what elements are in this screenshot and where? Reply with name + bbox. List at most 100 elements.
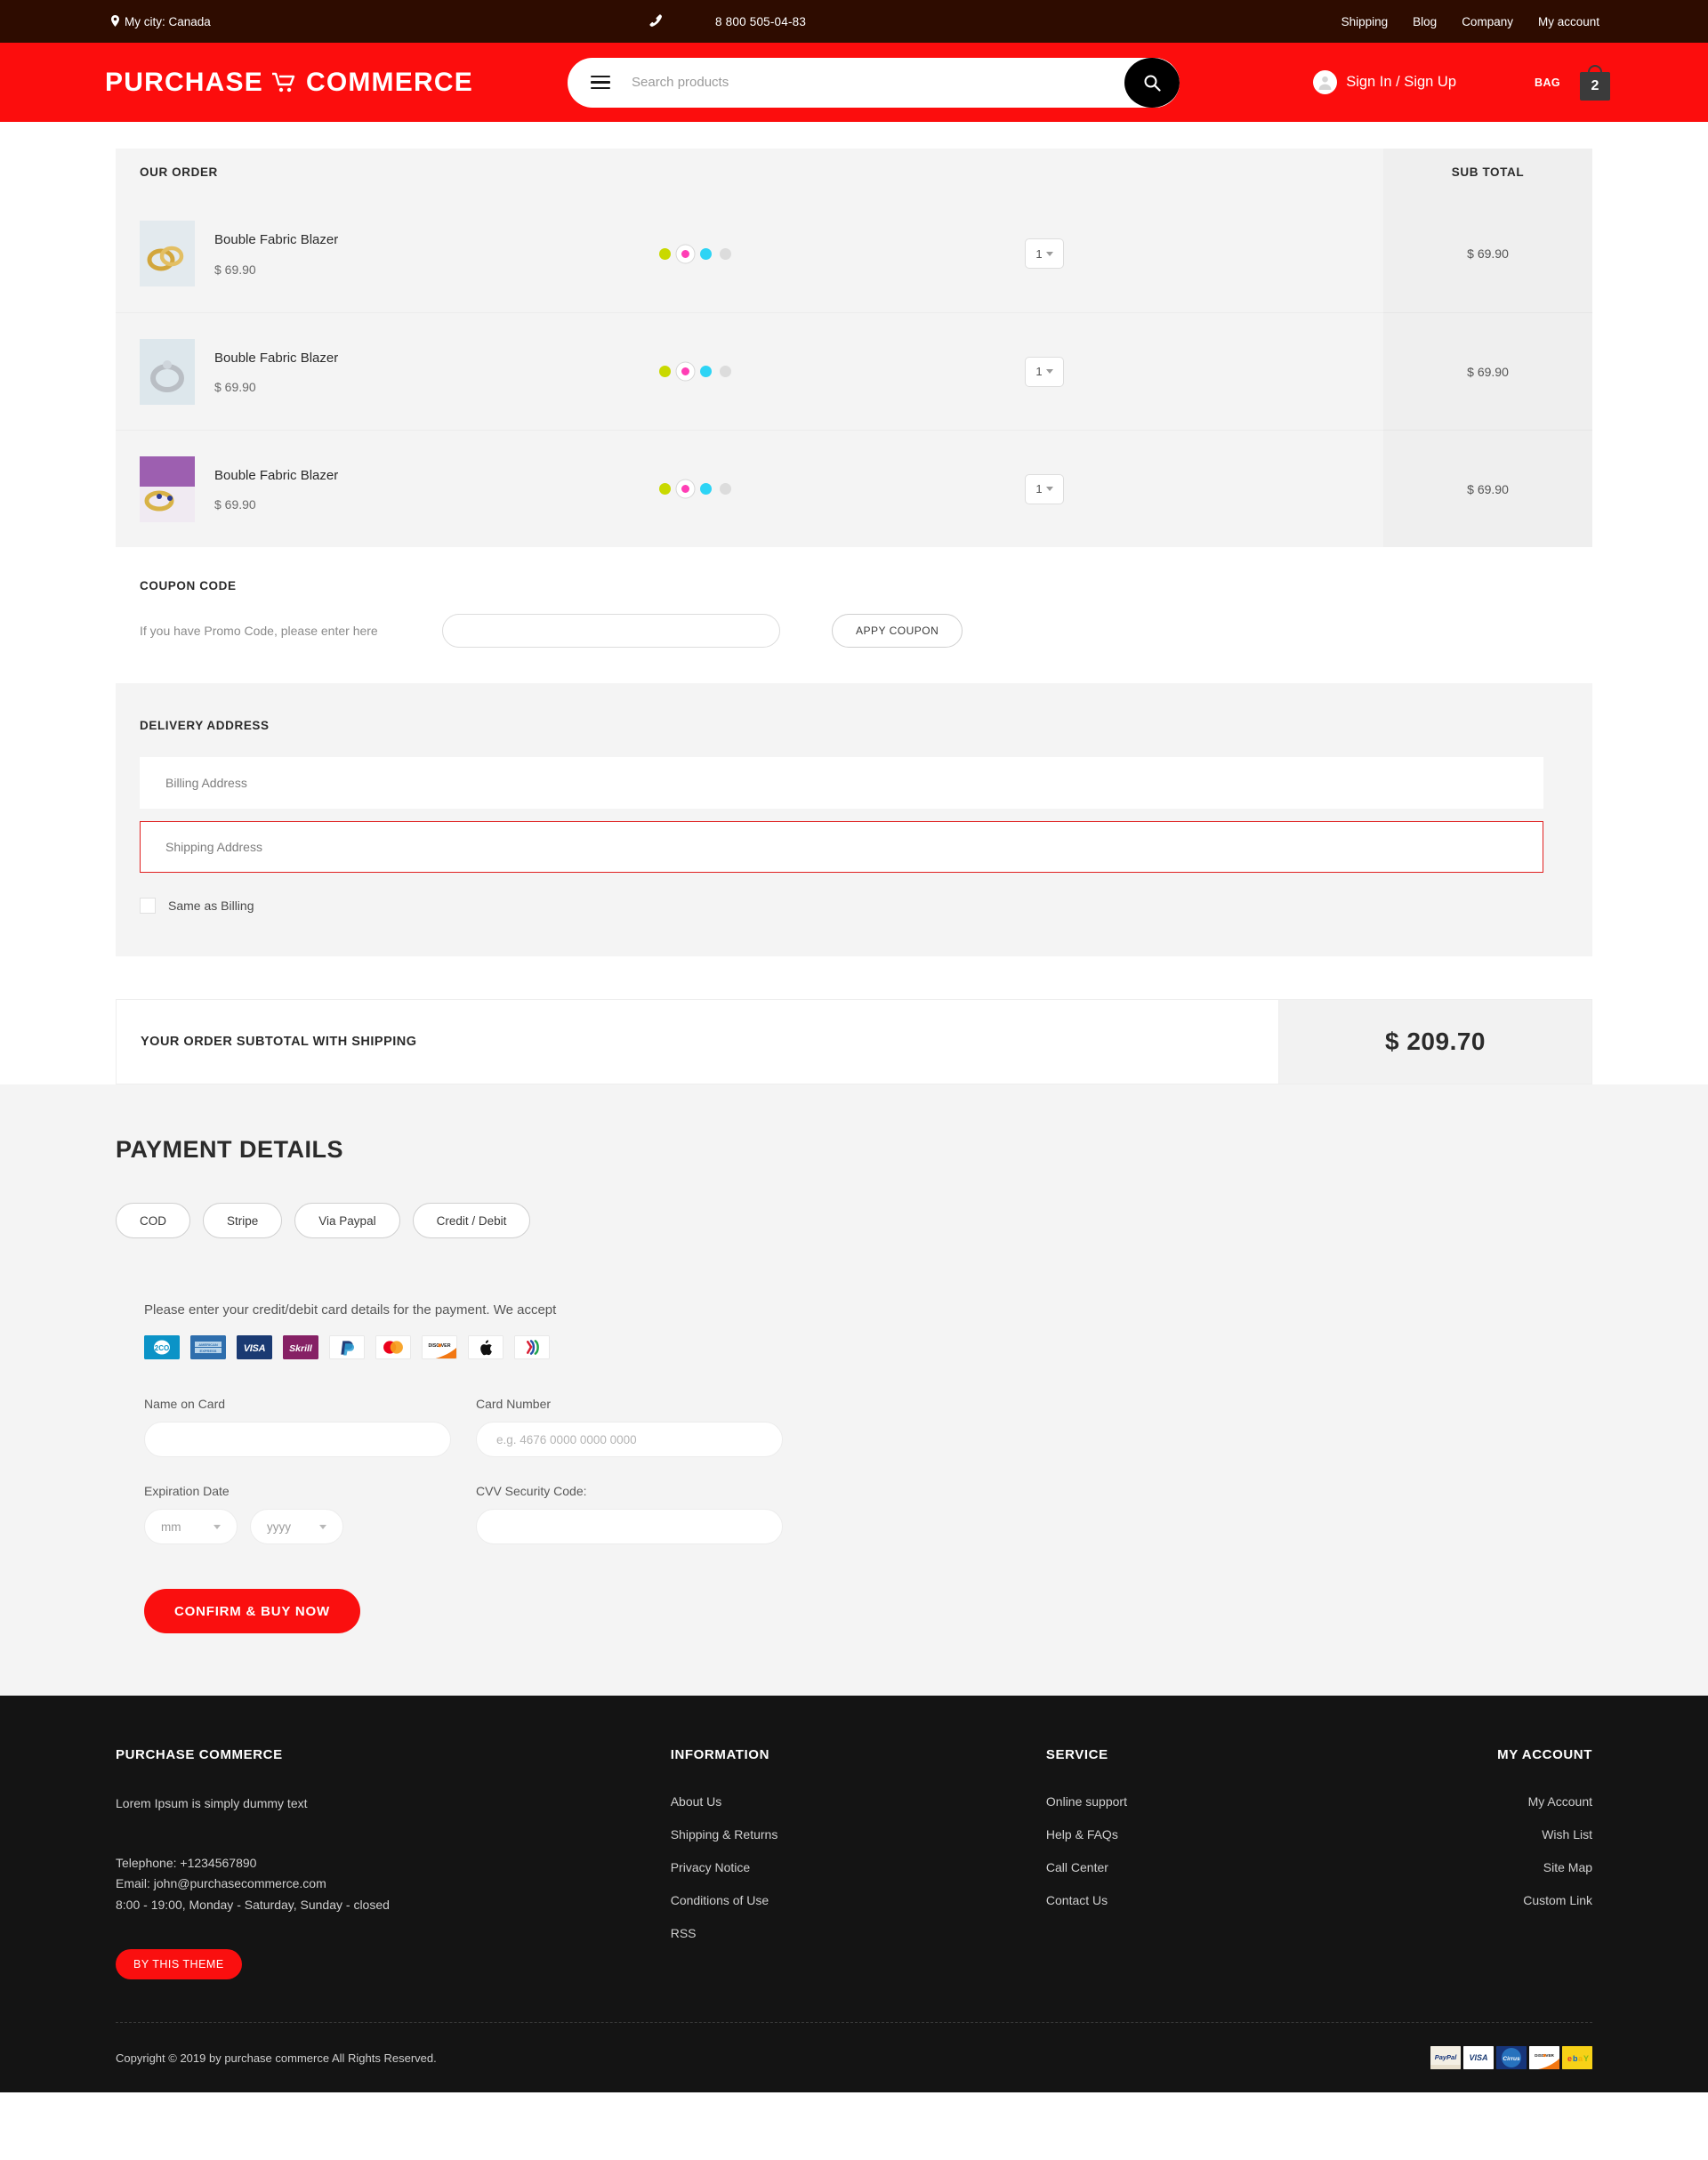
footer-link-online-support[interactable]: Online support [1046,1794,1422,1809]
footer-link-my-account[interactable]: My Account [1422,1794,1592,1809]
city-selector[interactable]: My city: Canada [111,14,211,28]
color-swatch-gray[interactable] [720,366,731,377]
bag-label[interactable]: BAG [1535,77,1560,89]
color-swatch-pink-selected[interactable] [679,246,692,261]
footer-link-conditions-of-use[interactable]: Conditions of Use [671,1893,1046,1907]
top-nav-item-blog[interactable]: Blog [1413,15,1437,28]
category-menu-icon[interactable] [591,75,610,90]
quantity-selector-wrap: 1 [1025,473,1064,504]
svg-text:PayPal: PayPal [1435,2053,1458,2061]
color-swatch-cyan[interactable] [700,366,712,377]
tab-cod[interactable]: COD [116,1203,190,1238]
card-number-group: Card Number [476,1397,783,1457]
product-thumbnail[interactable] [140,338,195,405]
color-swatch-gray[interactable] [720,247,731,260]
chevron-down-icon [1045,487,1053,491]
coupon-input[interactable] [442,614,780,648]
color-swatch-pink-selected[interactable] [679,365,692,378]
order-subtotal-column: SUB TOTAL $ 69.90 $ 69.90 $ 69.90 [1383,149,1592,547]
color-swatch-cyan[interactable] [700,483,712,495]
color-swatch-gray[interactable] [720,483,731,495]
cvv-label: CVV Security Code: [476,1484,587,1498]
color-swatches [659,365,731,378]
color-swatch-yellow[interactable] [659,483,671,495]
name-on-card-field[interactable] [144,1422,451,1457]
product-name[interactable]: Bouble Fabric Blazer [214,466,366,486]
site-footer: PURCHASE COMMERCE Lorem Ipsum is simply … [0,1696,1708,2093]
same-as-billing-checkbox[interactable] [140,898,156,914]
expiration-year-select[interactable]: yyyy [250,1509,343,1544]
same-as-billing-label: Same as Billing [168,899,254,913]
apple-pay-icon [468,1335,504,1359]
product-thumbnail[interactable] [140,221,195,286]
footer-contact: Telephone: +1234567890 Email: john@purch… [116,1853,671,1916]
tab-via-paypal[interactable]: Via Paypal [294,1203,400,1238]
coupon-hint: If you have Promo Code, please enter her… [140,624,378,638]
row-subtotal: $ 69.90 [1383,312,1592,430]
quantity-stepper[interactable]: 1 [1025,356,1064,387]
footer-link-wish-list[interactable]: Wish List [1422,1827,1592,1842]
ebay-badge-icon: ebaY [1562,2046,1592,2070]
table-row: Bouble Fabric Blazer $ 69.90 1 [116,430,1383,547]
footer-brand-column: PURCHASE COMMERCE Lorem Ipsum is simply … [116,1747,671,1980]
footer-link-about-us[interactable]: About Us [671,1794,1046,1809]
expiration-year-value: yyyy [267,1519,291,1534]
quantity-stepper[interactable]: 1 [1025,238,1064,269]
apply-coupon-button[interactable]: APPY COUPON [832,614,963,648]
order-heading: OUR ORDER [140,165,218,179]
footer-link-site-map[interactable]: Site Map [1422,1860,1592,1874]
2checkout-icon: 2CO [144,1335,180,1359]
card-number-field[interactable] [476,1422,783,1457]
svg-text:Y: Y [1583,2054,1589,2063]
cvv-field[interactable] [476,1509,783,1544]
search-button[interactable] [1124,57,1180,108]
product-info: Bouble Fabric Blazer $ 69.90 [214,466,366,512]
support-phone[interactable]: 8 800 505-04-83 [649,13,806,29]
footer-link-privacy-notice[interactable]: Privacy Notice [671,1860,1046,1874]
buy-theme-button[interactable]: BY THIS THEME [116,1949,242,1980]
site-logo[interactable]: PURCHASE COMMERCE [105,68,473,98]
expiration-selects: mm yyyy [144,1509,451,1544]
footer-information-column: INFORMATION About Us Shipping & Returns … [671,1747,1046,1979]
product-price: $ 69.90 [214,262,256,277]
discover-icon: DISC VER [422,1335,457,1359]
table-row: Bouble Fabric Blazer $ 69.90 1 [116,195,1383,312]
top-nav-item-company[interactable]: Company [1462,15,1513,28]
shopping-bag-icon[interactable]: 2 [1580,64,1610,101]
quantity-value: 1 [1035,246,1043,261]
phone-icon [649,13,662,29]
tab-stripe[interactable]: Stripe [203,1203,283,1238]
visa-icon: VISA [237,1335,272,1359]
product-name[interactable]: Bouble Fabric Blazer [214,230,366,250]
expiration-month-value: mm [161,1519,181,1534]
footer-link-contact-us[interactable]: Contact Us [1046,1893,1422,1907]
paypal-icon [329,1335,365,1359]
svg-text:EXPRESS: EXPRESS [200,1349,217,1353]
top-nav-item-shipping[interactable]: Shipping [1341,15,1389,28]
order-total-amount: $ 209.70 [1279,999,1592,1084]
shipping-address-input[interactable] [140,821,1543,873]
sign-in-sign-up-button[interactable]: Sign In / Sign Up [1313,70,1456,94]
footer-link-shipping-returns[interactable]: Shipping & Returns [671,1827,1046,1842]
color-swatch-yellow[interactable] [659,247,671,260]
checkout-container: OUR ORDER Bouble Fabric Blazer $ 69.90 1… [116,149,1592,1084]
tab-credit-debit[interactable]: Credit / Debit [412,1203,531,1238]
footer-link-rss[interactable]: RSS [671,1926,1046,1940]
footer-service-column: SERVICE Online support Help & FAQs Call … [1046,1747,1422,1979]
billing-address-input[interactable] [140,757,1543,809]
confirm-buy-now-button[interactable]: CONFIRM & BUY NOW [144,1589,360,1633]
footer-link-call-center[interactable]: Call Center [1046,1860,1422,1874]
color-swatch-yellow[interactable] [659,366,671,377]
product-thumbnail[interactable] [140,455,195,522]
footer-link-help-faqs[interactable]: Help & FAQs [1046,1827,1422,1842]
row-subtotal: $ 69.90 [1383,430,1592,547]
svg-text:AMERICAN: AMERICAN [198,1342,218,1347]
quantity-stepper[interactable]: 1 [1025,473,1064,504]
footer-link-custom-link[interactable]: Custom Link [1422,1893,1592,1907]
search-input[interactable] [632,75,1180,90]
color-swatch-cyan[interactable] [700,247,712,260]
product-name[interactable]: Bouble Fabric Blazer [214,349,366,368]
color-swatch-pink-selected[interactable] [679,482,692,496]
top-nav-item-my-account[interactable]: My account [1538,15,1599,28]
expiration-month-select[interactable]: mm [144,1509,238,1544]
